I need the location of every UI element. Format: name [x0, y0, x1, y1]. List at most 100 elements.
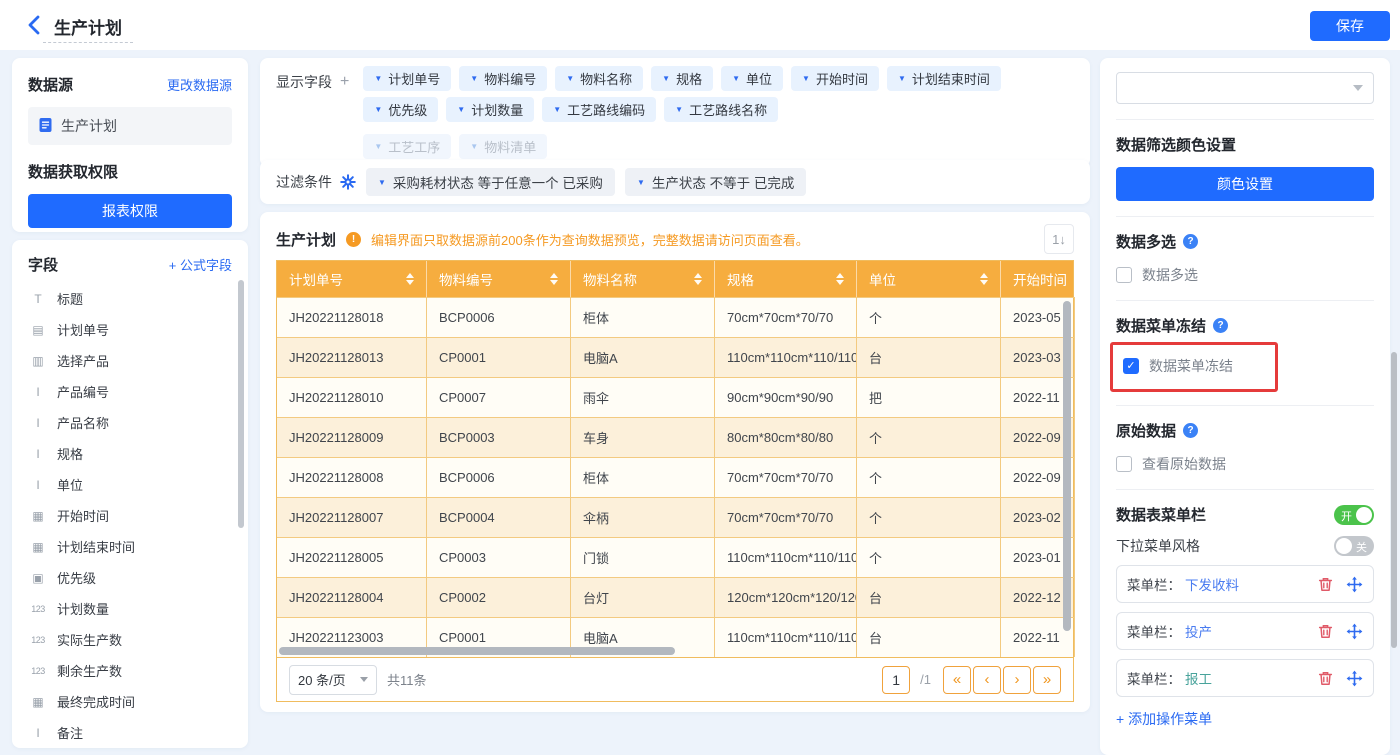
back-icon[interactable] [24, 14, 46, 36]
display-field-chip[interactable]: ▼计划数量 [446, 97, 534, 122]
field-item[interactable]: I单位 [28, 469, 232, 500]
field-item[interactable]: I产品编号 [28, 376, 232, 407]
sort-order-icon[interactable]: 1↓ [1044, 224, 1074, 254]
page-number-input[interactable]: 1 [882, 666, 910, 694]
display-fields-label: 显示字段 [276, 72, 332, 92]
raw-data-checkbox-row[interactable]: 查看原始数据 [1116, 454, 1374, 474]
table-vertical-scrollbar[interactable] [1063, 301, 1071, 631]
menubar-item[interactable]: 菜单栏：报工 [1116, 659, 1374, 697]
menubar-toggle-on[interactable]: 开 [1334, 505, 1374, 525]
trash-icon[interactable] [1317, 623, 1334, 640]
field-item[interactable]: T标题 [28, 283, 232, 314]
display-field-chip[interactable]: ▼单位 [721, 66, 783, 91]
chip-label: 计划单号 [388, 69, 440, 88]
sort-up-icon [694, 273, 702, 278]
help-icon[interactable]: ? [1183, 423, 1198, 438]
column-header[interactable]: 计划单号 [277, 261, 427, 297]
table-header-row: 计划单号物料编号物料名称规格单位开始时间 [277, 261, 1073, 297]
add-display-field-icon[interactable]: + [340, 73, 349, 91]
toggle-on-label: 开 [1341, 508, 1352, 524]
display-field-chip[interactable]: ▼工艺路线名称 [664, 97, 778, 122]
field-item[interactable]: ▦计划结束时间 [28, 531, 232, 562]
display-field-chip[interactable]: ▼规格 [651, 66, 713, 91]
column-header[interactable]: 物料名称 [571, 261, 715, 297]
move-icon[interactable] [1346, 670, 1363, 687]
field-item[interactable]: ▦最终完成时间 [28, 686, 232, 717]
field-item[interactable]: ▦开始时间 [28, 500, 232, 531]
field-item[interactable]: 123计划数量 [28, 593, 232, 624]
filter-condition-chip[interactable]: ▼采购耗材状态 等于任意一个 已采购 [366, 168, 615, 196]
field-item[interactable]: ▤计划单号 [28, 314, 232, 345]
field-item-label: 开始时间 [57, 506, 109, 525]
fields-scrollbar[interactable] [238, 280, 244, 528]
multi-select-checkbox-row[interactable]: 数据多选 [1116, 265, 1374, 285]
table-cell: 个 [857, 457, 1001, 497]
field-item[interactable]: ▥选择产品 [28, 345, 232, 376]
filter-condition-chip[interactable]: ▼ 生产状态 不等于 已完成 [625, 168, 806, 196]
report-permission-button[interactable]: 报表权限 [28, 194, 232, 228]
display-field-chip[interactable]: ▼工艺工序 [363, 134, 451, 159]
field-item[interactable]: I规格 [28, 438, 232, 469]
field-item[interactable]: 123剩余生产数 [28, 655, 232, 686]
checkbox-checked[interactable]: ✓ [1123, 358, 1139, 374]
display-field-chip[interactable]: ▼计划结束时间 [887, 66, 1001, 91]
field-item[interactable]: I备注 [28, 717, 232, 748]
table-body: JH20221128018BCP0006柜体70cm*70cm*70/70个20… [277, 297, 1073, 657]
page-size-select[interactable]: 20 条/页 [289, 665, 377, 695]
sort-arrows-icon [398, 273, 414, 285]
color-settings-button[interactable]: 颜色设置 [1116, 167, 1374, 201]
chevron-down-icon: ▼ [374, 142, 382, 151]
display-field-chip[interactable]: ▼开始时间 [791, 66, 879, 91]
settings-dropdown[interactable] [1116, 72, 1374, 104]
prev-page-button[interactable]: ‹ [973, 666, 1001, 694]
menubar-item[interactable]: 菜单栏：投产 [1116, 612, 1374, 650]
trash-icon[interactable] [1317, 670, 1334, 687]
menu-freeze-checkbox-row[interactable]: ✓ 数据菜单冻结 [1123, 356, 1265, 376]
chevron-down-icon: ▼ [553, 105, 561, 114]
field-item[interactable]: ▣优先级 [28, 562, 232, 593]
change-datasource-link[interactable]: 更改数据源 [167, 75, 232, 94]
input-field-icon: ▤ [28, 323, 48, 337]
column-header[interactable]: 单位 [857, 261, 1001, 297]
table-cell: 110cm*110cm*110/110 [715, 537, 857, 577]
checkbox-unchecked[interactable] [1116, 456, 1132, 472]
display-field-chip[interactable]: ▼物料编号 [459, 66, 547, 91]
dropdown-style-toggle-off[interactable]: 关 [1334, 536, 1374, 556]
add-formula-field-link[interactable]: + 公式字段 [169, 255, 232, 274]
page-scrollbar[interactable] [1391, 352, 1397, 648]
display-field-chip[interactable]: ▼计划单号 [363, 66, 451, 91]
last-page-button[interactable]: » [1033, 666, 1061, 694]
topbar: 生产计划 保存 [0, 0, 1400, 50]
add-action-menu-link[interactable]: + 添加操作菜单 [1116, 709, 1374, 729]
display-field-chip[interactable]: ▼物料名称 [555, 66, 643, 91]
next-page-button[interactable]: › [1003, 666, 1031, 694]
gear-icon[interactable] [340, 174, 356, 190]
help-icon[interactable]: ? [1213, 318, 1228, 333]
first-page-button[interactable]: « [943, 666, 971, 694]
filter-chip-label: 生产状态 不等于 已完成 [652, 172, 795, 192]
column-header[interactable]: 物料编号 [427, 261, 571, 297]
title-field-icon: T [28, 292, 48, 306]
help-icon[interactable]: ? [1183, 234, 1198, 249]
display-field-chip[interactable]: ▼工艺路线编码 [542, 97, 656, 122]
menubar-item-prefix: 菜单栏： [1127, 621, 1181, 641]
chevron-down-icon: ▼ [637, 178, 645, 187]
chip-label: 单位 [746, 69, 772, 88]
text-field-icon: I [28, 726, 48, 740]
column-header[interactable]: 开始时间 [1001, 261, 1075, 297]
move-icon[interactable] [1346, 623, 1363, 640]
move-icon[interactable] [1346, 576, 1363, 593]
field-item[interactable]: I产品名称 [28, 407, 232, 438]
table-cell: JH20221128018 [277, 297, 427, 337]
datasource-item[interactable]: 生产计划 [28, 107, 232, 145]
display-field-chip[interactable]: ▼物料清单 [459, 134, 547, 159]
field-item[interactable]: 123实际生产数 [28, 624, 232, 655]
menubar-item[interactable]: 菜单栏：下发收料 [1116, 565, 1374, 603]
display-field-chip[interactable]: ▼优先级 [363, 97, 438, 122]
table-horizontal-scrollbar[interactable] [279, 647, 675, 655]
column-header[interactable]: 规格 [715, 261, 857, 297]
checkbox-unchecked[interactable] [1116, 267, 1132, 283]
save-button[interactable]: 保存 [1310, 11, 1390, 41]
product-field-icon: ▥ [28, 354, 48, 368]
trash-icon[interactable] [1317, 576, 1334, 593]
